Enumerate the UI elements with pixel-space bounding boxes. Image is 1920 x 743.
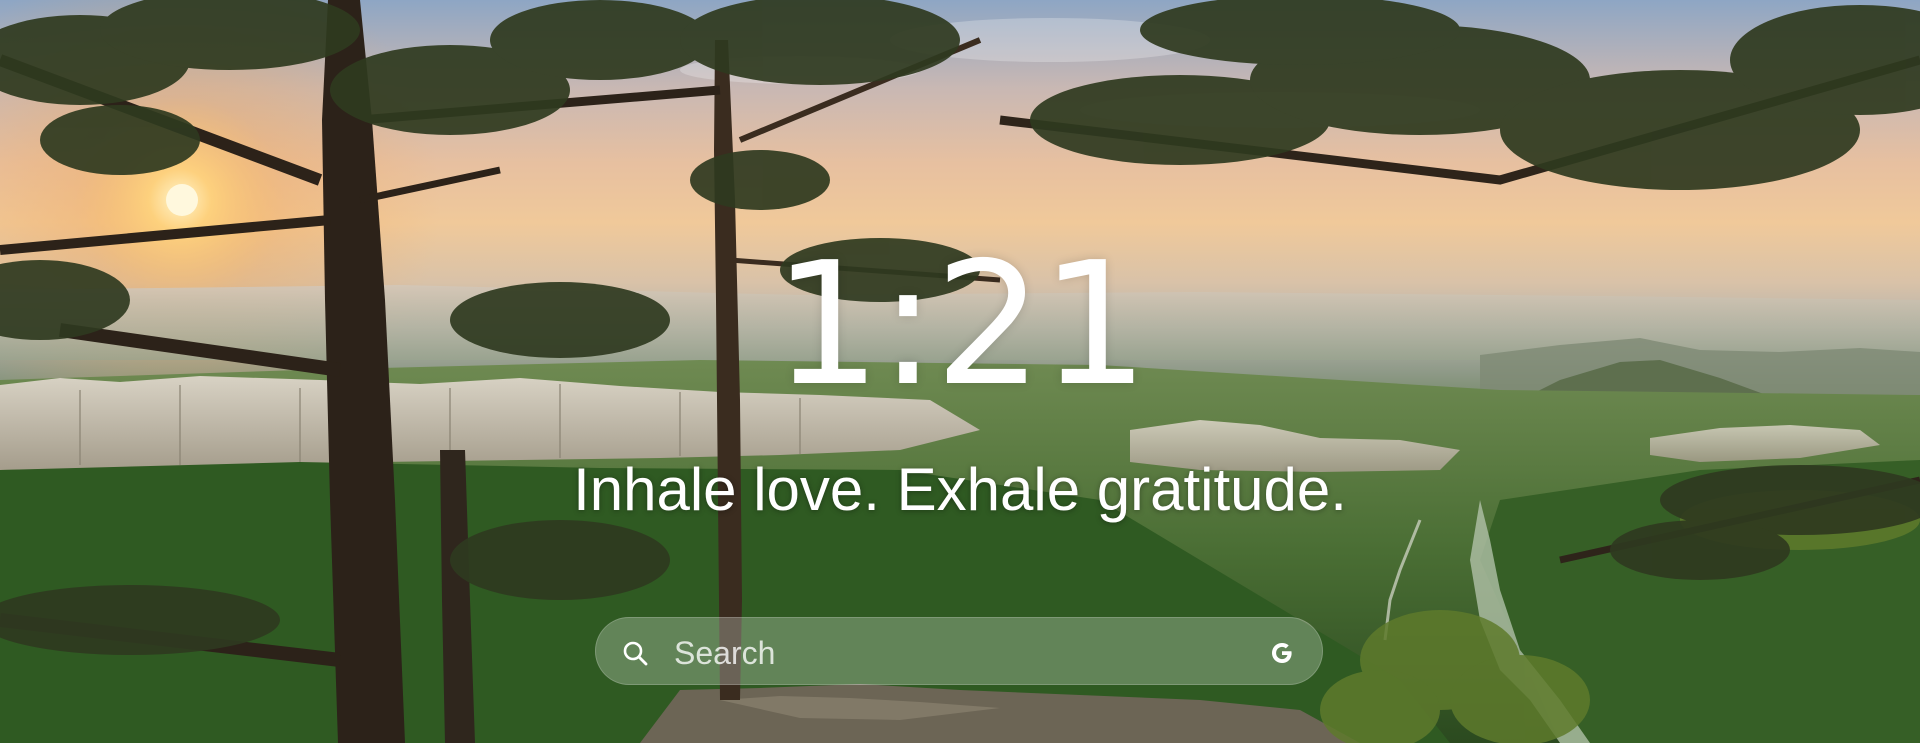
search-bar[interactable] [595,617,1323,685]
clock-time: 1:21 [773,226,1149,424]
search-icon [623,641,648,666]
search-input[interactable] [672,628,1216,678]
google-icon[interactable] [1270,641,1294,665]
sun [166,184,198,216]
mantra-text: Inhale love. Exhale gratitude. [573,456,1347,523]
new-tab-page: 1:21 Inhale love. Exhale gratitude. [0,0,1920,743]
